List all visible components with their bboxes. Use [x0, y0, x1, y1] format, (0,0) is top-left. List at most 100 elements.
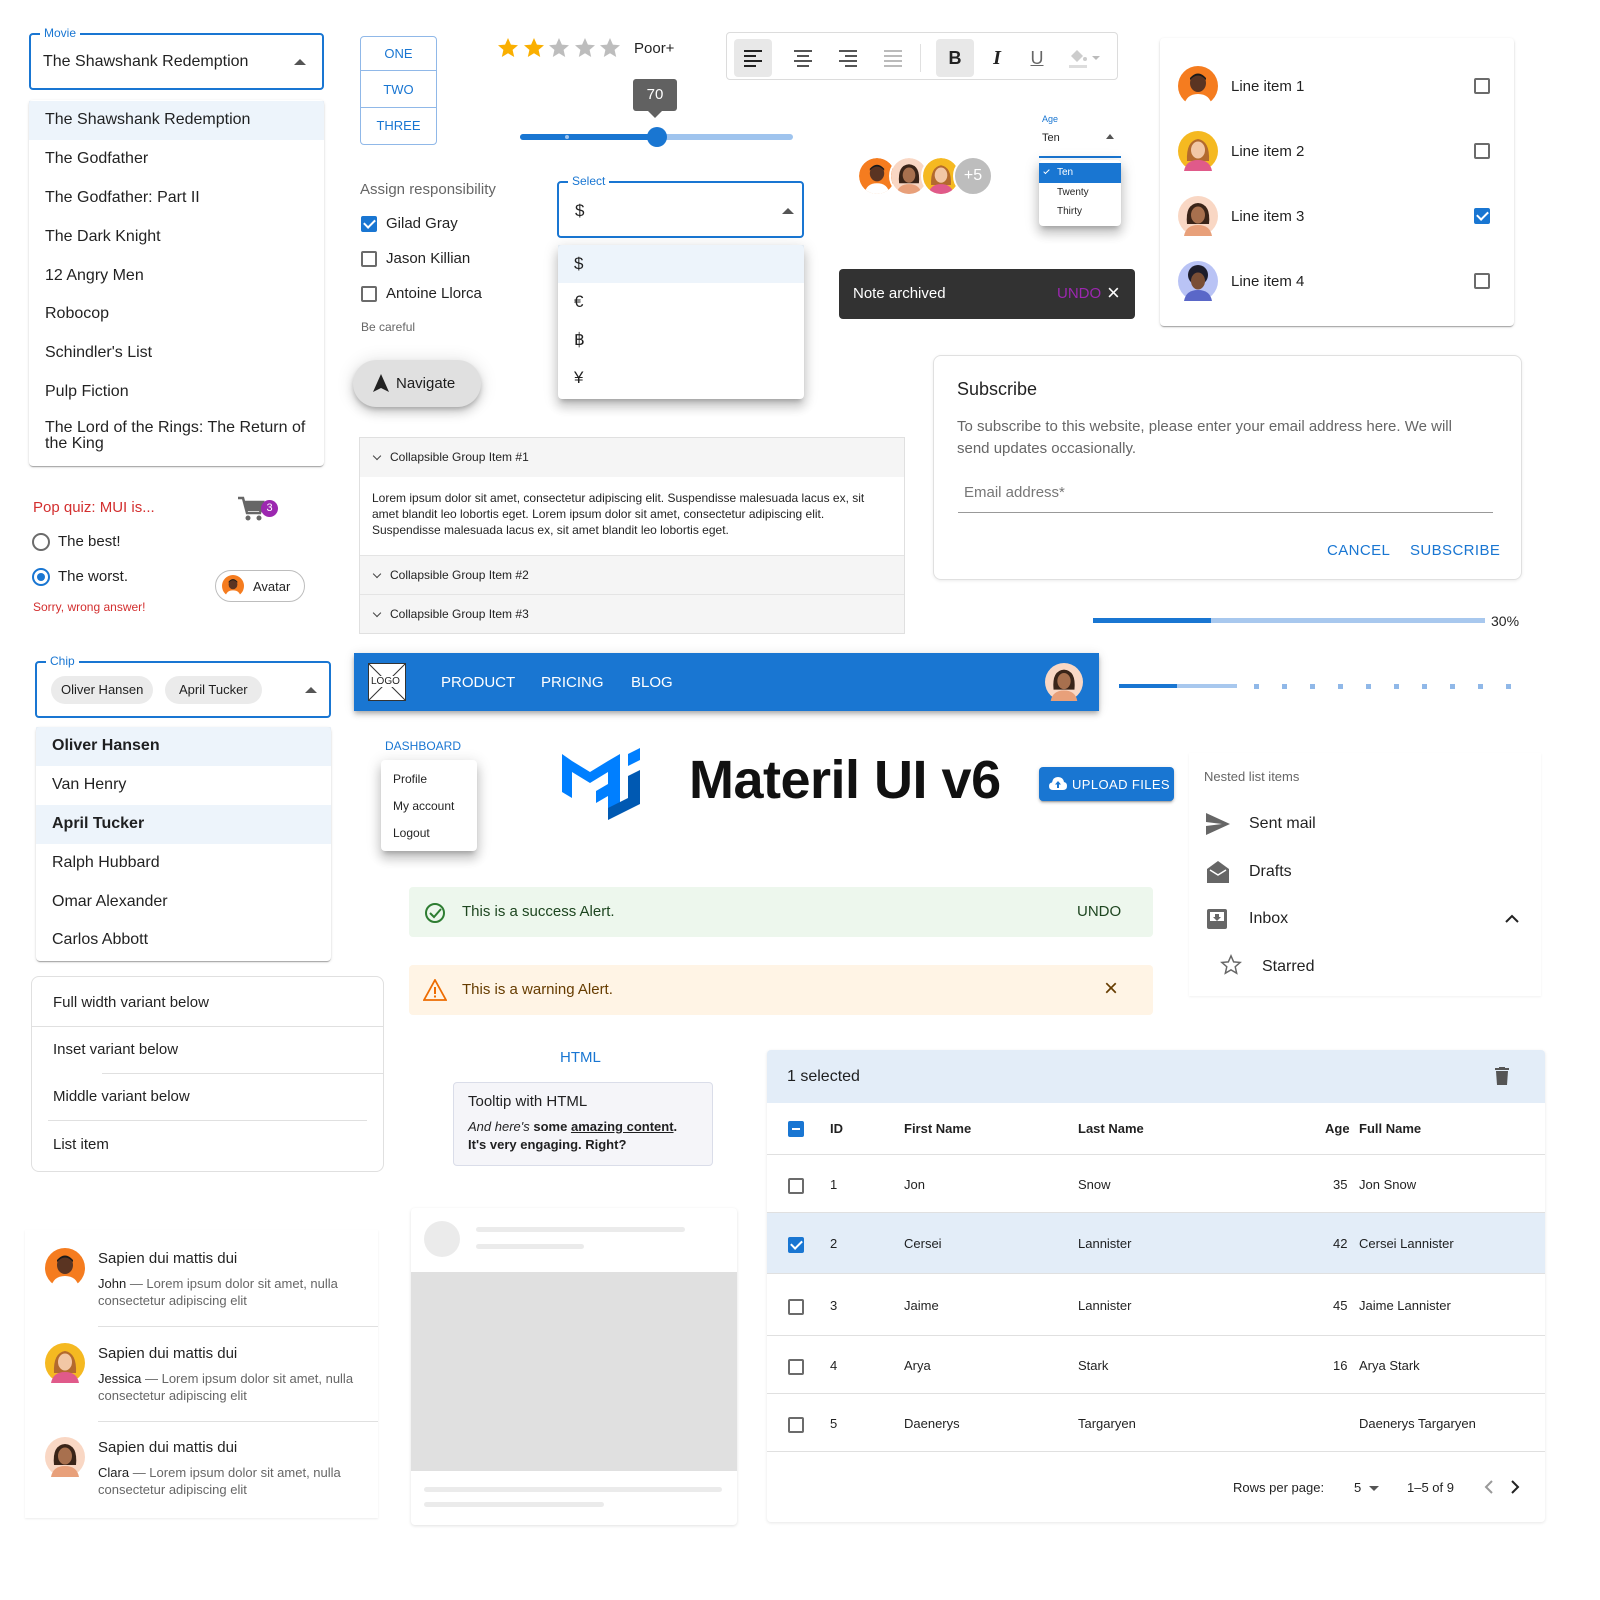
- chip-option[interactable]: April Tucker: [36, 804, 331, 844]
- column-header-last-name[interactable]: Last Name: [1078, 1121, 1144, 1136]
- nav-product[interactable]: PRODUCT: [441, 674, 515, 691]
- movie-popup-icon[interactable]: [294, 59, 306, 65]
- star-empty-icon[interactable]: [598, 36, 622, 60]
- accordion-item-1[interactable]: Collapsible Group Item #1: [360, 438, 904, 477]
- chip-option[interactable]: Carlos Abbott: [36, 921, 331, 960]
- movie-option[interactable]: The Lord of the Rings: The Return of the…: [29, 412, 324, 462]
- line-item-checkbox[interactable]: [1474, 208, 1490, 224]
- upload-files-button[interactable]: UPLOAD FILES: [1039, 767, 1174, 801]
- button-three[interactable]: THREE: [361, 108, 436, 144]
- slider-thumb[interactable]: [647, 127, 667, 147]
- row-checkbox[interactable]: [788, 1299, 804, 1315]
- fill-color-icon[interactable]: [1061, 39, 1107, 77]
- warning-alert-close-icon[interactable]: ×: [1104, 975, 1118, 1003]
- navigate-fab[interactable]: Navigate: [353, 360, 481, 407]
- line-item-row[interactable]: Line item 1: [1160, 62, 1514, 110]
- row-checkbox[interactable]: [788, 1359, 804, 1375]
- nav-pricing[interactable]: PRICING: [541, 674, 604, 691]
- movie-option[interactable]: Pulp Fiction: [29, 373, 324, 412]
- user-avatar[interactable]: [1045, 663, 1083, 701]
- delete-icon[interactable]: [1495, 1067, 1509, 1085]
- chip-april-tucker[interactable]: April Tucker: [165, 676, 262, 704]
- movie-option[interactable]: The Godfather: [29, 140, 324, 179]
- row-checkbox[interactable]: [788, 1177, 804, 1194]
- align-right-icon[interactable]: [829, 39, 867, 77]
- email-field[interactable]: Email address*: [958, 482, 1493, 513]
- assign-checkbox[interactable]: [361, 286, 377, 302]
- chip-select-caret-icon[interactable]: [305, 687, 317, 693]
- chip-option[interactable]: Ralph Hubbard: [36, 844, 331, 883]
- cancel-button[interactable]: CANCEL: [1327, 542, 1390, 559]
- line-item-checkbox[interactable]: [1474, 78, 1490, 94]
- snackbar-close-icon[interactable]: ×: [1107, 280, 1120, 306]
- chip-option[interactable]: Van Henry: [36, 766, 331, 805]
- nested-item-sent-mail[interactable]: Sent mail: [1189, 801, 1541, 849]
- button-one[interactable]: ONE: [361, 37, 436, 71]
- quiz-radio[interactable]: [32, 568, 50, 586]
- tooltip-trigger-button[interactable]: HTML: [560, 1049, 601, 1066]
- subscribe-button[interactable]: SUBSCRIBE: [1410, 542, 1500, 559]
- quiz-radio[interactable]: [32, 533, 50, 551]
- age-caret-icon[interactable]: [1106, 134, 1114, 139]
- table-row[interactable]: [767, 1338, 1545, 1394]
- accordion-item-3[interactable]: Collapsible Group Item #3: [360, 594, 904, 632]
- message-list-item[interactable]: Sapien dui mattis dui John — Lorem ipsum …: [25, 1246, 378, 1336]
- currency-select[interactable]: Select $: [557, 174, 804, 238]
- movie-option[interactable]: Robocop: [29, 295, 324, 334]
- currency-option[interactable]: ฿: [558, 321, 804, 359]
- nested-item-inbox[interactable]: Inbox: [1189, 896, 1541, 944]
- currency-option[interactable]: ¥: [558, 359, 804, 397]
- accordion-item-2[interactable]: Collapsible Group Item #2: [360, 555, 904, 593]
- star-filled-icon[interactable]: [496, 36, 520, 60]
- age-option[interactable]: Twenty: [1039, 183, 1121, 203]
- assign-checkbox[interactable]: [361, 216, 377, 232]
- message-list-item[interactable]: Sapien dui mattis dui Jessica — Lorem ips…: [25, 1341, 378, 1431]
- chip-multiselect[interactable]: Chip Oliver Hansen April Tucker: [35, 654, 331, 718]
- nav-blog[interactable]: BLOG: [631, 674, 673, 691]
- star-empty-icon[interactable]: [547, 36, 571, 60]
- dashboard-button[interactable]: DASHBOARD: [385, 739, 461, 753]
- next-page-icon[interactable]: [1510, 1480, 1520, 1494]
- star-filled-icon[interactable]: [522, 36, 546, 60]
- previous-page-icon[interactable]: [1484, 1480, 1494, 1494]
- line-item-row[interactable]: Line item 2: [1160, 127, 1514, 175]
- dashboard-menu-item[interactable]: My account: [381, 793, 477, 820]
- star-empty-icon[interactable]: [573, 36, 597, 60]
- grid-select-all-checkbox[interactable]: [788, 1121, 804, 1137]
- avatar-chip[interactable]: Avatar: [215, 570, 305, 602]
- slider-rail[interactable]: [520, 127, 793, 147]
- age-option[interactable]: Thirty: [1039, 202, 1121, 222]
- line-item-row[interactable]: Line item 4: [1160, 257, 1514, 305]
- snackbar-undo-button[interactable]: UNDO: [1057, 285, 1101, 302]
- chip-option[interactable]: Oliver Hansen: [36, 727, 331, 766]
- age-select[interactable]: Age Ten: [1039, 110, 1121, 158]
- movie-option[interactable]: The Dark Knight: [29, 218, 324, 257]
- line-item-row[interactable]: Line item 3: [1160, 192, 1514, 240]
- align-left-icon[interactable]: [734, 39, 772, 77]
- bold-icon[interactable]: B: [936, 39, 974, 77]
- movie-option[interactable]: The Godfather: Part II: [29, 179, 324, 218]
- chip-option[interactable]: Omar Alexander: [36, 883, 331, 922]
- chip-oliver-hansen[interactable]: Oliver Hansen: [51, 676, 154, 704]
- message-list-item[interactable]: Sapien dui mattis dui Clara — Lorem ipsum…: [25, 1435, 378, 1525]
- age-option[interactable]: Ten: [1039, 163, 1121, 183]
- movie-input-value[interactable]: The Shawshank Redemption: [43, 53, 248, 71]
- italic-icon[interactable]: I: [978, 39, 1016, 77]
- align-center-icon[interactable]: [784, 39, 822, 77]
- underline-icon[interactable]: U: [1018, 39, 1056, 77]
- movie-option[interactable]: 12 Angry Men: [29, 257, 324, 296]
- column-header-id[interactable]: ID: [830, 1121, 843, 1136]
- rows-per-page-caret-icon[interactable]: [1369, 1486, 1379, 1491]
- cart-badge[interactable]: 3: [237, 494, 279, 526]
- column-header-age[interactable]: Age: [1325, 1121, 1350, 1136]
- line-item-checkbox[interactable]: [1474, 143, 1490, 159]
- row-checkbox[interactable]: [788, 1236, 804, 1253]
- currency-option[interactable]: €: [558, 283, 804, 321]
- align-justify-icon[interactable]: [874, 39, 912, 77]
- movie-option[interactable]: The Shawshank Redemption: [29, 101, 324, 140]
- line-item-checkbox[interactable]: [1474, 273, 1490, 289]
- nested-item-drafts[interactable]: Drafts: [1189, 849, 1541, 897]
- dashboard-menu-item[interactable]: Profile: [381, 766, 477, 793]
- assign-checkbox[interactable]: [361, 251, 377, 267]
- column-header-first-name[interactable]: First Name: [904, 1121, 971, 1136]
